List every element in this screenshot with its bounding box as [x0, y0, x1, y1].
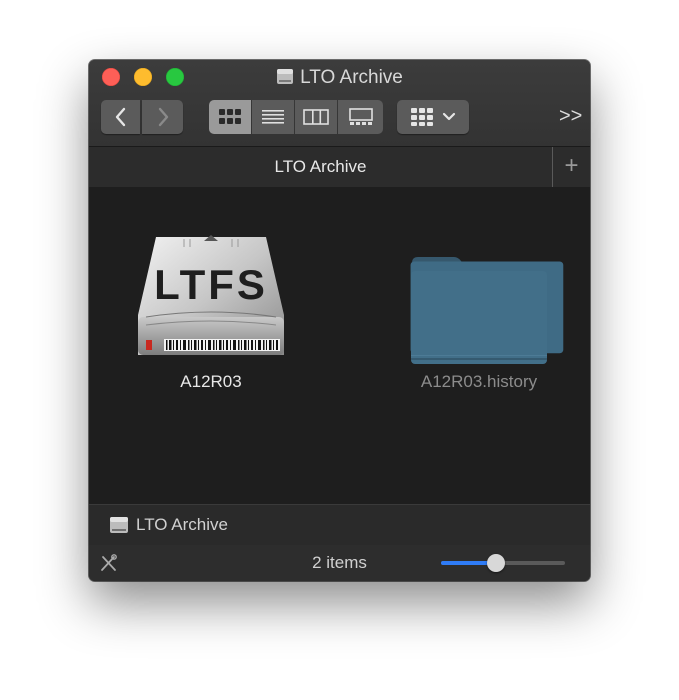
- disk-icon: [109, 515, 129, 540]
- window-title-text: LTO Archive: [300, 67, 403, 88]
- file-item[interactable]: A12R03.history: [379, 227, 579, 392]
- toolbar-overflow-button[interactable]: >>: [559, 104, 582, 128]
- add-tab-button[interactable]: +: [553, 147, 590, 187]
- window-title: LTO Archive: [89, 66, 590, 93]
- grid-icon: [219, 109, 241, 124]
- titlebar[interactable]: LTO Archive >>: [89, 60, 590, 146]
- file-item[interactable]: LTFS A12R03: [111, 227, 311, 392]
- file-browser-content[interactable]: LTFS A12R03 A12R03.history: [89, 187, 590, 504]
- folder-icon: [410, 257, 564, 364]
- icon-size-slider[interactable]: [441, 554, 565, 572]
- columns-icon: [303, 109, 329, 125]
- ltfs-tape-icon: LTFS: [138, 235, 284, 355]
- gallery-icon: [348, 108, 373, 125]
- list-view-button[interactable]: [252, 100, 294, 134]
- finder-window: LTO Archive >> LTO Archive + LTFS A12R03…: [89, 60, 590, 581]
- list-icon: [262, 110, 284, 124]
- forward-button[interactable]: [142, 100, 183, 134]
- plus-icon: +: [564, 152, 579, 179]
- disk-icon: [276, 67, 294, 93]
- column-view-button[interactable]: [295, 100, 337, 134]
- item-name: A12R03: [180, 372, 242, 391]
- group-by-button[interactable]: [397, 100, 469, 134]
- item-name: A12R03.history: [420, 372, 538, 391]
- group-grid-icon: [411, 108, 456, 126]
- gallery-view-button[interactable]: [338, 100, 383, 134]
- tab-bar: LTO Archive +: [89, 146, 590, 188]
- icon-view-button[interactable]: [209, 100, 251, 134]
- path-bar: LTO Archive: [89, 504, 590, 546]
- back-button[interactable]: [101, 100, 140, 134]
- chevron-left-icon: [115, 107, 125, 127]
- path-item-lto-archive[interactable]: LTO Archive: [136, 505, 228, 545]
- tab-lto-archive[interactable]: LTO Archive: [89, 147, 552, 187]
- chevron-right-icon: [158, 107, 168, 127]
- status-bar: 2 items: [89, 545, 590, 581]
- slider-thumb[interactable]: [486, 554, 505, 572]
- ltfs-label: LTFS: [154, 261, 268, 308]
